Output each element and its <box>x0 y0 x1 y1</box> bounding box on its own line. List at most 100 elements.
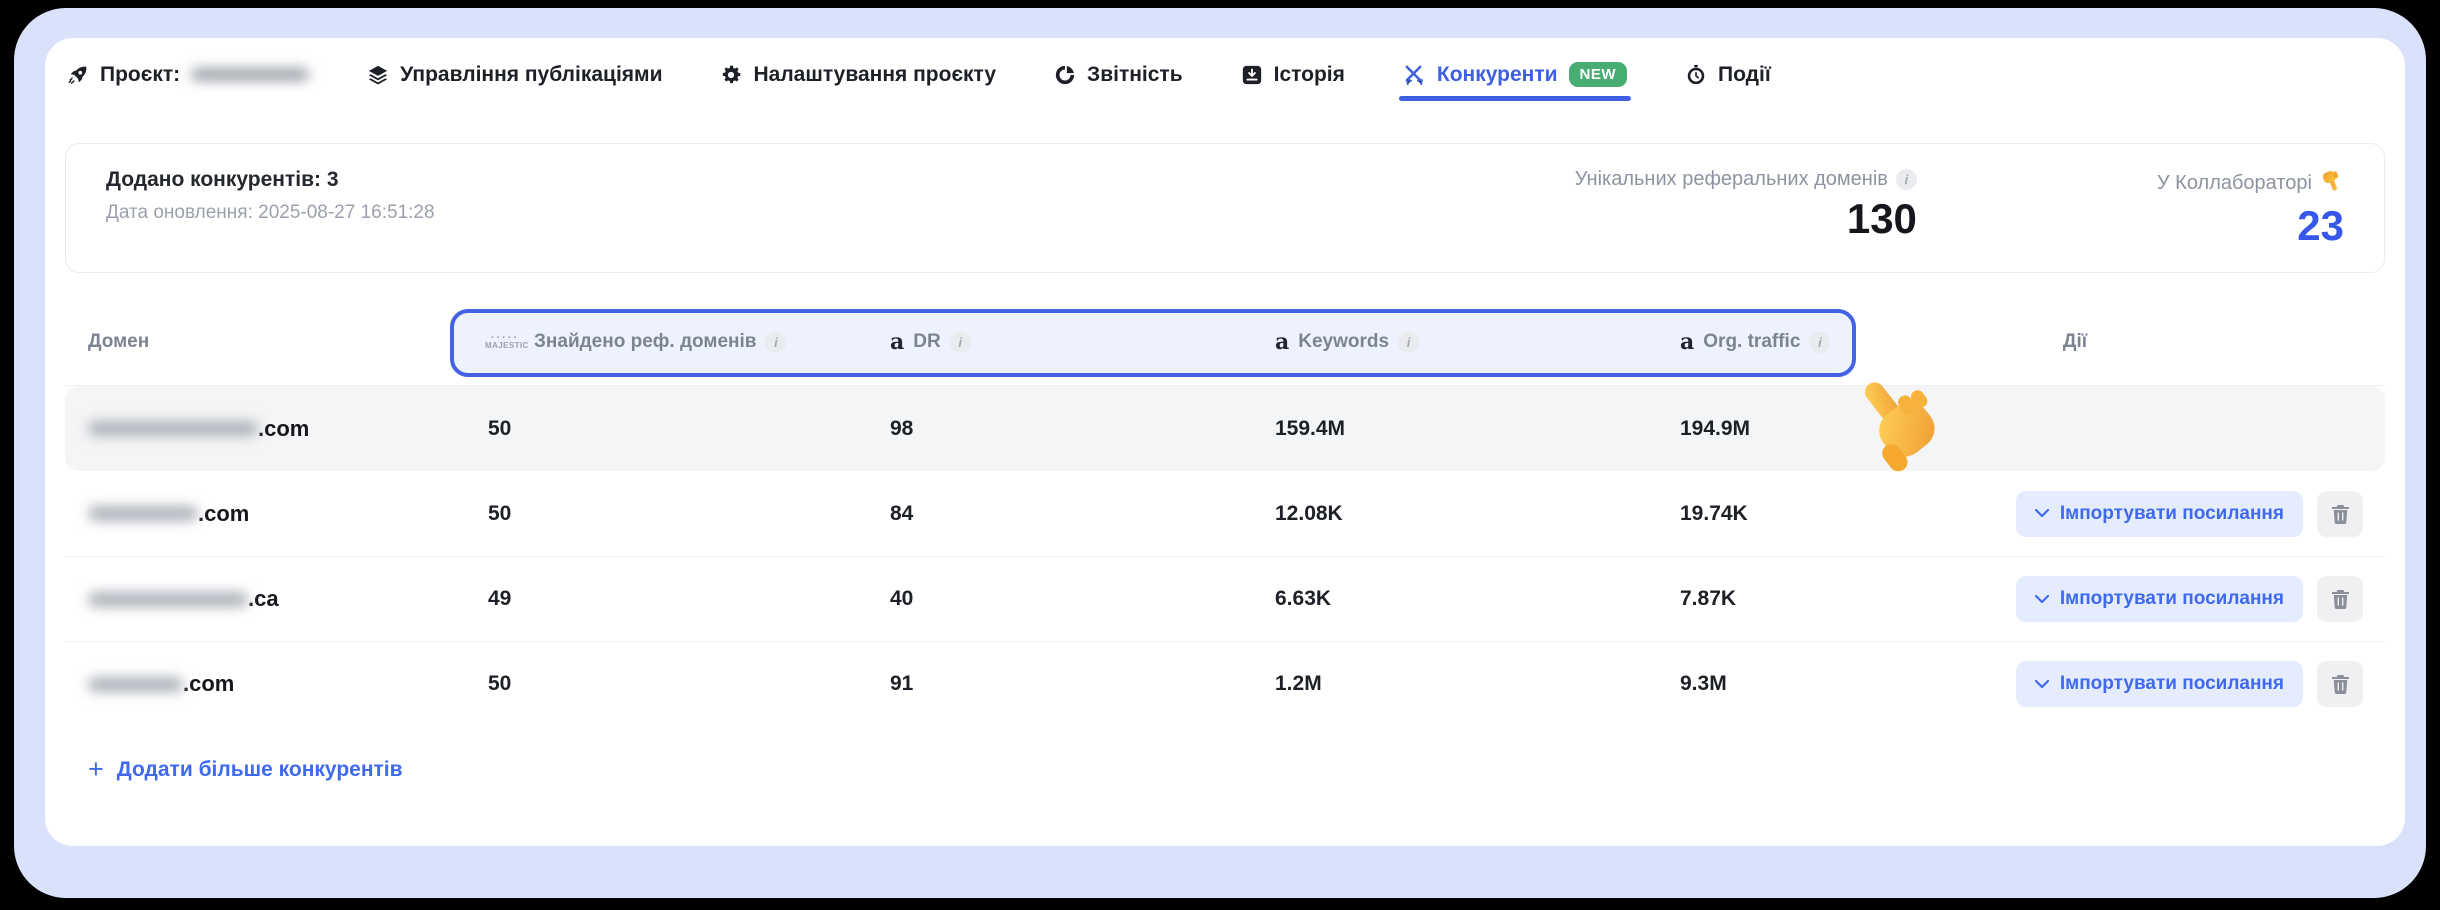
masked-domain <box>88 592 248 607</box>
added-competitors-label: Додано конкурентів: <box>106 168 321 191</box>
info-icon[interactable]: i <box>1809 332 1830 353</box>
org-traffic-cell: 19.74K <box>1680 502 1748 526</box>
tab-label: Події <box>1718 63 1771 87</box>
dr-cell: 98 <box>890 417 913 441</box>
trash-icon <box>2331 504 2350 524</box>
pointing-down-hand-icon <box>2320 168 2344 198</box>
tab-project[interactable]: Проєкт: <box>67 63 309 101</box>
col-header-found-ref-domains[interactable]: ····· MAJESTIC Знайдено реф. доменів i <box>485 331 786 353</box>
table-row[interactable]: .com 50 98 159.4M 194.9M <box>65 386 2385 471</box>
col-header-actions: Дії <box>1955 331 2195 353</box>
tab-events[interactable]: Події <box>1685 63 1771 101</box>
added-competitors-value: 3 <box>327 168 339 191</box>
chevron-down-icon <box>2035 509 2049 518</box>
info-icon[interactable]: i <box>1398 332 1419 353</box>
page-frame: Проєкт: Управління публікаціями Налаштув… <box>14 8 2426 898</box>
info-icon[interactable]: i <box>950 332 971 353</box>
tab-label: Історія <box>1274 63 1345 87</box>
chevron-down-icon <box>2035 595 2049 604</box>
trash-icon <box>2331 589 2350 609</box>
ahrefs-logo-icon: a <box>890 331 904 353</box>
collaborator-label: У Коллабораторі <box>2157 172 2312 195</box>
info-icon[interactable]: i <box>765 332 786 353</box>
update-date: Дата оновлення: 2025-08-27 16:51:28 <box>106 202 1575 224</box>
found-ref-domains-cell: 50 <box>488 417 511 441</box>
add-more-competitors-link[interactable]: + Додати більше конкурентів <box>88 756 403 783</box>
found-ref-domains-cell: 50 <box>488 672 511 696</box>
info-icon[interactable]: i <box>1896 169 1917 190</box>
tab-publications[interactable]: Управління публікаціями <box>367 63 662 101</box>
new-badge: NEW <box>1569 62 1628 87</box>
col-header-domain: Домен <box>88 331 149 353</box>
table-row[interactable]: .com 50 84 12.08K 19.74K Імпортувати пос… <box>65 471 2385 556</box>
gear-icon <box>720 64 742 86</box>
add-more-label: Додати більше конкурентів <box>117 758 403 782</box>
table-row[interactable]: .com 50 91 1.2M 9.3M Імпортувати посилан… <box>65 641 2385 726</box>
rocket-icon <box>67 64 89 86</box>
ahrefs-logo-icon: a <box>1680 331 1694 353</box>
keywords-cell: 12.08K <box>1275 502 1343 526</box>
tab-history[interactable]: Історія <box>1241 63 1345 101</box>
layers-icon <box>367 64 389 86</box>
delete-button[interactable] <box>2317 576 2363 622</box>
trash-icon <box>2331 674 2350 694</box>
domain-tld: .com <box>198 501 249 527</box>
masked-domain <box>88 506 198 521</box>
masked-domain <box>88 677 183 692</box>
domain-tld: .ca <box>248 586 279 612</box>
history-icon <box>1241 64 1263 86</box>
main-card: Проєкт: Управління публікаціями Налаштув… <box>45 38 2405 846</box>
domain-cell: .com <box>88 671 234 697</box>
org-traffic-cell: 194.9M <box>1680 417 1750 441</box>
import-links-button[interactable]: Імпортувати посилання <box>2016 661 2303 707</box>
chevron-down-icon <box>2035 680 2049 689</box>
delete-button[interactable] <box>2317 491 2363 537</box>
org-traffic-cell: 9.3M <box>1680 672 1727 696</box>
ahrefs-logo-icon: a <box>1275 331 1289 353</box>
found-ref-domains-cell: 50 <box>488 502 511 526</box>
domain-tld: .com <box>183 671 234 697</box>
collaborator-label-row: У Коллабораторі <box>2157 168 2344 198</box>
summary-left: Додано конкурентів: 3 Дата оновлення: 20… <box>106 168 1575 224</box>
summary-card: Додано конкурентів: 3 Дата оновлення: 20… <box>65 143 2385 273</box>
ref-domains-label: Унікальних реферальних доменів <box>1575 168 1888 191</box>
collaborator-value: 23 <box>2157 202 2344 250</box>
col-header-keywords[interactable]: a Keywords i <box>1275 331 1419 353</box>
masked-domain <box>88 421 258 436</box>
col-header-dr[interactable]: a DR i <box>890 331 971 353</box>
top-nav: Проєкт: Управління публікаціями Налаштув… <box>45 38 2405 101</box>
tab-label: Звітність <box>1087 63 1183 87</box>
actions-cell: Імпортувати посилання <box>2016 661 2363 707</box>
added-competitors: Додано конкурентів: 3 <box>106 168 1575 192</box>
tab-label: Налаштування проєкту <box>753 63 996 87</box>
domain-cell: .com <box>88 416 309 442</box>
domain-cell: .com <box>88 501 249 527</box>
tab-reports[interactable]: Звітність <box>1054 63 1183 101</box>
dr-cell: 84 <box>890 502 913 526</box>
tab-settings[interactable]: Налаштування проєкту <box>720 63 996 101</box>
tab-label: Управління публікаціями <box>400 63 662 87</box>
plus-icon: + <box>88 756 104 783</box>
report-icon <box>1054 64 1076 86</box>
collaborator-stat: У Коллабораторі 23 <box>2157 168 2344 250</box>
dr-cell: 91 <box>890 672 913 696</box>
tab-label: Конкуренти <box>1437 63 1558 87</box>
actions-cell: Імпортувати посилання <box>2016 491 2363 537</box>
import-links-button[interactable]: Імпортувати посилання <box>2016 576 2303 622</box>
org-traffic-cell: 7.87K <box>1680 587 1736 611</box>
col-header-org-traffic[interactable]: a Org. traffic i <box>1680 331 1830 353</box>
project-domain-masked <box>191 68 309 81</box>
actions-cell: Імпортувати посилання <box>2016 576 2363 622</box>
import-links-button[interactable]: Імпортувати посилання <box>2016 491 2303 537</box>
ref-domains-label-row: Унікальних реферальних доменів i <box>1575 168 1917 191</box>
majestic-logo-icon: ····· MAJESTIC <box>485 335 525 350</box>
keywords-cell: 1.2M <box>1275 672 1322 696</box>
dr-cell: 40 <box>890 587 913 611</box>
tab-competitors[interactable]: Конкуренти NEW <box>1403 62 1627 101</box>
table-header-row: Домен ····· MAJESTIC Знайдено реф. домен… <box>65 306 2385 386</box>
ref-domains-value: 130 <box>1575 195 1917 243</box>
delete-button[interactable] <box>2317 661 2363 707</box>
ref-domains-stat: Унікальних реферальних доменів i 130 <box>1575 168 1917 243</box>
table-row[interactable]: .ca 49 40 6.63K 7.87K Імпортувати посила… <box>65 556 2385 641</box>
events-icon <box>1685 64 1707 86</box>
